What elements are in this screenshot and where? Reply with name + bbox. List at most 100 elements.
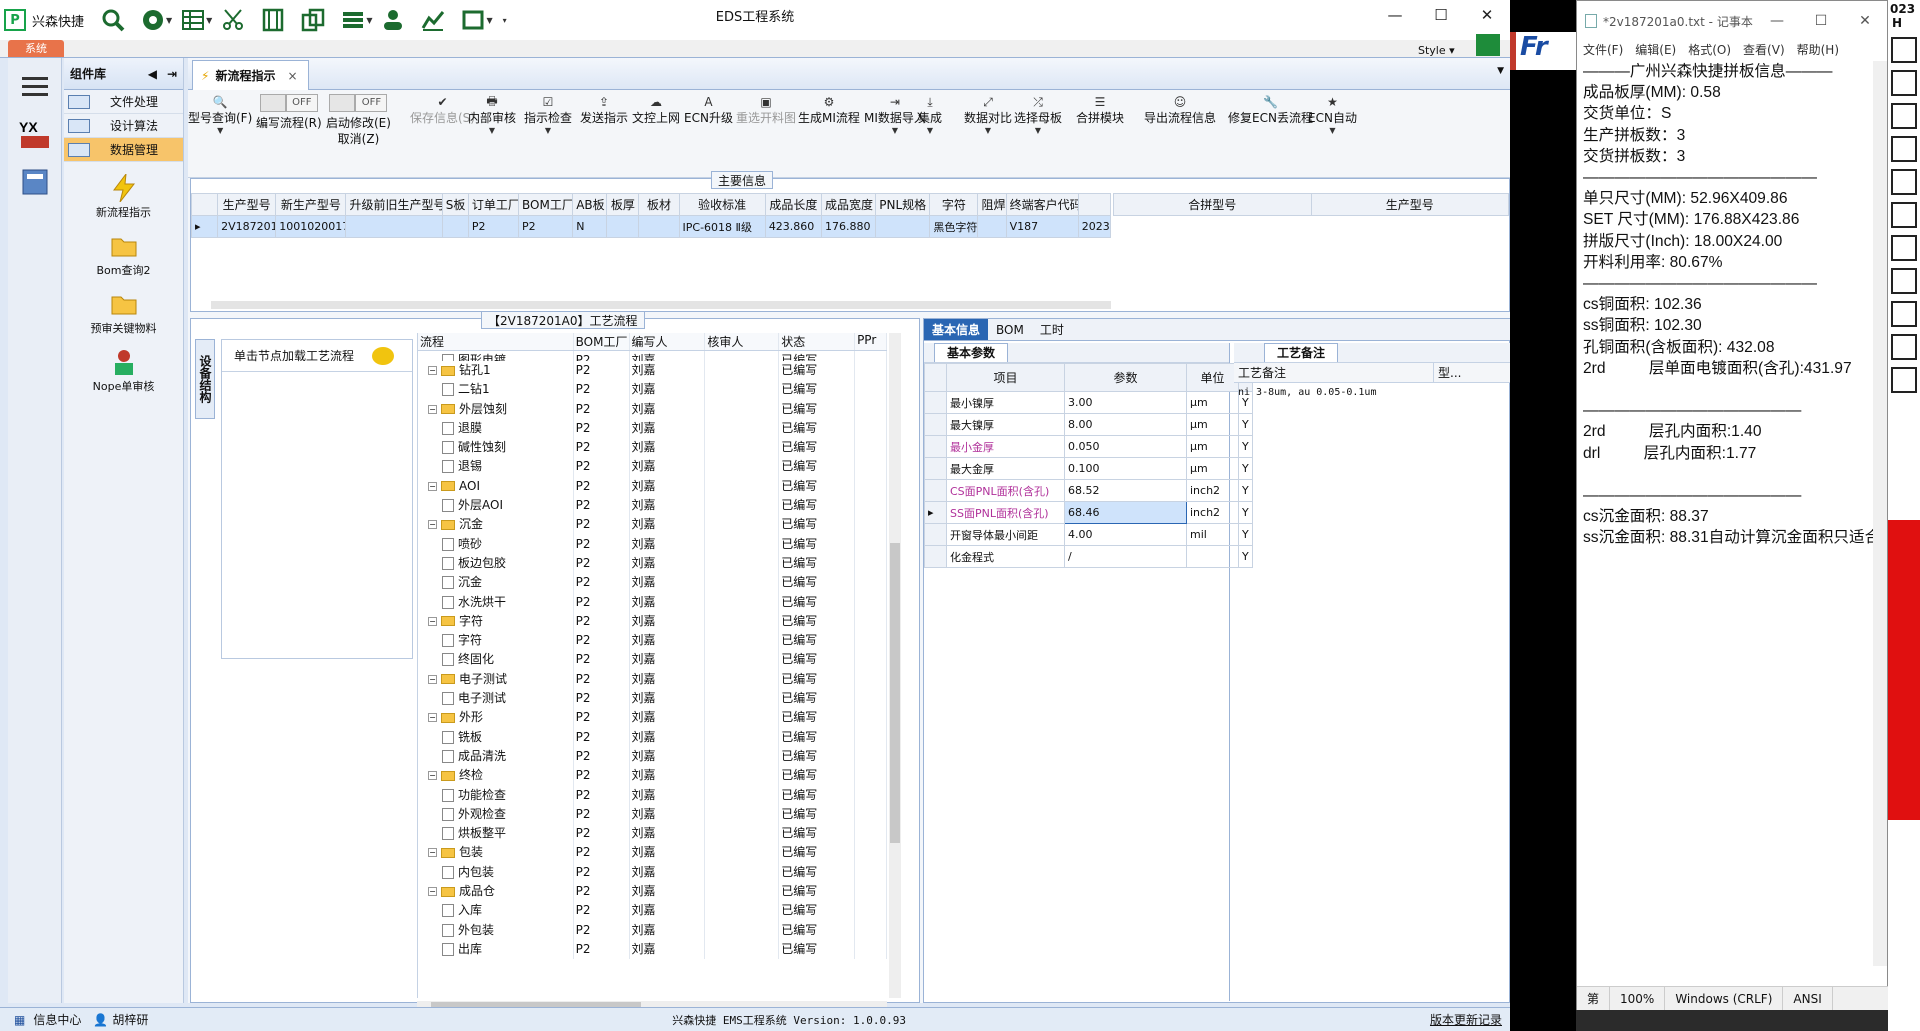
tree-row[interactable]: 铣板 P2 刘嘉 已编写 <box>418 727 887 747</box>
column-header[interactable]: 阻焊 <box>977 193 1007 216</box>
param-row[interactable]: 最大金厚 0.100 μm Y <box>924 457 1253 480</box>
library-nope-review[interactable]: Nope单审核 <box>64 348 183 394</box>
library-item-file[interactable]: 文件处理 <box>64 90 183 114</box>
column-header[interactable]: 成品宽度 <box>820 193 877 216</box>
tree-row[interactable]: − AOI P2 刘嘉 已编写 <box>418 476 887 497</box>
menu-edit[interactable]: 编辑(E) <box>1635 41 1676 61</box>
grid-icon[interactable] <box>1476 34 1500 56</box>
tree-row[interactable]: 出库 P2 刘嘉 已编写 <box>418 939 887 960</box>
param-value[interactable]: 0.050 <box>1064 435 1187 458</box>
app-icon[interactable] <box>1891 169 1917 195</box>
tree-row[interactable]: − 沉金 P2 刘嘉 已编写 <box>418 515 887 535</box>
node-hint[interactable]: 单击节点加载工艺流程 <box>222 340 412 372</box>
toolbar-button[interactable]: ⇥ MI数据导入 ▼ <box>864 94 926 135</box>
dropdown-arrow-icon[interactable]: ▼ <box>166 16 172 25</box>
tree-row[interactable]: 外包装 P2 刘嘉 已编写 <box>418 920 887 940</box>
calculator-icon[interactable] <box>15 162 55 202</box>
dropdown-arrow-icon[interactable]: ▼ <box>486 16 492 25</box>
toolbar-button[interactable]: ⇪ 发送指示 <box>580 94 628 126</box>
table-cell[interactable] <box>638 215 680 238</box>
param-value[interactable]: 68.46 <box>1064 501 1187 524</box>
dropdown-arrow-icon[interactable]: ▼ <box>1308 126 1357 135</box>
tab-bom[interactable]: BOM <box>988 319 1032 340</box>
dropdown-arrow-icon[interactable]: ▼ <box>964 126 1012 135</box>
collapse-toggle-icon[interactable]: − <box>428 674 437 684</box>
column-header[interactable]: 终端客户代码 <box>1005 193 1079 216</box>
param-value[interactable]: 0.100 <box>1064 457 1187 480</box>
tree-row[interactable]: 外观检查 P2 刘嘉 已编写 <box>418 804 887 825</box>
toolbar-sublabel[interactable]: 取消(Z) <box>326 131 391 147</box>
tree-row[interactable]: 入库 P2 刘嘉 已编写 <box>418 901 887 921</box>
table-cell[interactable]: 2V187201A0 <box>217 215 277 238</box>
tab-basic-info[interactable]: 基本信息 <box>924 319 989 340</box>
tree-row[interactable]: − 外层蚀刻 P2 刘嘉 已编写 <box>418 399 887 419</box>
scissors-icon[interactable] <box>220 7 246 33</box>
collapse-toggle-icon[interactable]: − <box>428 520 437 530</box>
param-value[interactable]: 4.00 <box>1064 523 1187 546</box>
toggle-switch[interactable]: OFF <box>256 94 322 112</box>
tab-hours[interactable]: 工时 <box>1032 319 1072 340</box>
toolbar-button[interactable]: ⤓ 集成 ▼ <box>918 94 942 136</box>
app-icon[interactable] <box>1891 334 1917 360</box>
table-cell[interactable] <box>441 215 469 238</box>
collapse-toggle-icon[interactable]: − <box>428 887 437 897</box>
app-icon[interactable] <box>1891 367 1917 393</box>
tree-row[interactable]: 成品清洗 P2 刘嘉 已编写 <box>418 746 887 767</box>
param-row[interactable]: 化金程式 / Y <box>924 545 1253 568</box>
toolbar-button[interactable]: ☁ 文控上网 <box>632 94 680 126</box>
table-cell[interactable]: 423.860 <box>764 215 822 238</box>
param-row[interactable]: 最大镍厚 8.00 μm Y <box>924 413 1253 436</box>
dropdown-arrow-icon[interactable]: ▼ <box>918 126 942 135</box>
tree-row[interactable]: 外层AOI P2 刘嘉 已编写 <box>418 496 887 516</box>
dropdown-arrow-icon[interactable]: ▼ <box>524 126 572 135</box>
maximize-button[interactable]: ☐ <box>1799 13 1843 29</box>
column-header[interactable]: 字符 <box>929 193 979 216</box>
column-header[interactable]: 新生产型号 <box>275 193 347 216</box>
app-icon[interactable] <box>1891 103 1917 129</box>
column-header[interactable]: AB板 <box>572 193 608 216</box>
dropdown-arrow-icon[interactable]: ▼ <box>468 126 516 135</box>
tree-vscroll[interactable] <box>889 333 901 998</box>
app-icon[interactable] <box>1891 301 1917 327</box>
tab-close-icon[interactable]: × <box>287 69 297 83</box>
param-row[interactable]: ▸ SS面PNL面积(含孔) 68.46 inch2 Y <box>924 501 1253 524</box>
toolbar-button[interactable]: ⚙ 生成MI流程 <box>798 94 860 126</box>
table-cell[interactable]: V187 <box>1005 215 1079 238</box>
column-header[interactable]: 板厚 <box>606 193 640 216</box>
toolbar-button[interactable]: 🖶 内部审核 ▼ <box>468 94 516 136</box>
tree-row[interactable]: − 钻孔1 P2 刘嘉 已编写 <box>418 361 887 381</box>
tree-row[interactable]: 终固化 P2 刘嘉 已编写 <box>418 650 887 670</box>
minimize-button[interactable]: — <box>1755 13 1799 29</box>
close-button[interactable]: ✕ <box>1843 13 1887 29</box>
toggle-switch[interactable]: OFF <box>326 94 391 112</box>
tree-row[interactable]: 图形电镀 P2 刘嘉 已编写 <box>418 351 887 361</box>
copy-icon[interactable] <box>300 7 326 33</box>
toolbar-button[interactable]: ⤢ 数据对比 ▼ <box>964 94 1012 136</box>
toolbar-button[interactable]: 🔧 修复ECN丢流程 <box>1228 94 1313 126</box>
window-icon[interactable] <box>460 7 486 33</box>
table-cell[interactable]: 黑色字符 <box>929 215 979 238</box>
customize-icon[interactable]: ▾ <box>503 16 507 25</box>
dock-icon[interactable]: ⇥ <box>167 67 177 81</box>
app-icon[interactable] <box>1891 136 1917 162</box>
app-icon[interactable] <box>1891 70 1917 96</box>
tree-row[interactable]: − 包装 P2 刘嘉 已编写 <box>418 843 887 863</box>
table-cell[interactable]: 176.880 <box>820 215 877 238</box>
param-row[interactable]: 最小镍厚 3.00 μm Y <box>924 391 1253 414</box>
table-cell[interactable] <box>606 215 640 238</box>
table-cell[interactable]: IPC-6018 Ⅱ级 <box>678 215 766 238</box>
list-icon[interactable] <box>340 7 366 33</box>
tree-row[interactable]: 喷砂 P2 刘嘉 已编写 <box>418 534 887 554</box>
dropdown-arrow-icon[interactable]: ▼ <box>366 16 372 25</box>
tree-row[interactable]: − 终检 P2 刘嘉 已编写 <box>418 766 887 786</box>
system-tab[interactable]: 系统 <box>8 40 64 57</box>
minimize-button[interactable]: — <box>1372 0 1418 30</box>
tree-row[interactable]: 内包装 P2 刘嘉 已编写 <box>418 862 887 883</box>
tree-row[interactable]: 退锡 P2 刘嘉 已编写 <box>418 457 887 477</box>
library-item-data[interactable]: 数据管理 <box>64 138 183 162</box>
app-icon[interactable] <box>1891 202 1917 228</box>
column-header[interactable]: 成品长度 <box>764 193 822 216</box>
collapse-toggle-icon[interactable]: − <box>428 848 437 858</box>
equipment-structure-tab[interactable]: 设备结构 <box>195 339 215 419</box>
tree-column-header[interactable]: BOM工厂 <box>574 333 630 350</box>
